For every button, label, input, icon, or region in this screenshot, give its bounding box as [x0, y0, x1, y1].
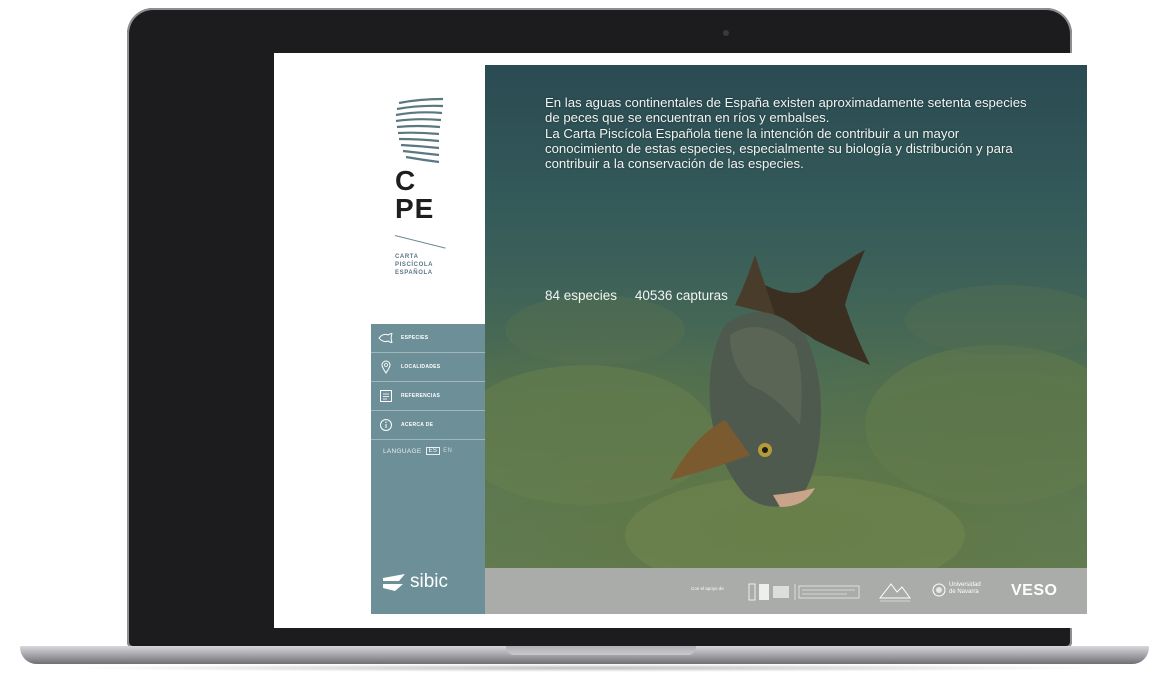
intro-text: En las aguas continentales de España exi…	[545, 95, 1035, 171]
partners-footer: Con el apoyo de Universidad de Navarra V…	[485, 568, 1087, 614]
partner-logo-mountain-icon[interactable]	[877, 578, 913, 604]
laptop-shadow	[60, 664, 1109, 672]
sibic-logo[interactable]: sibic	[381, 571, 448, 593]
logo-initials-pe: PE	[395, 193, 435, 224]
language-option-en[interactable]: EN	[443, 448, 452, 454]
nav-label-localidades: LOCALIDADES	[401, 364, 441, 370]
nav-label-acerca-de: ACERCA DE	[401, 422, 434, 428]
laptop-lid: C PE CARTA PISCÍCOLA ESPAÑOLA ESPECIES L…	[127, 8, 1169, 648]
logo-subtitle-line-1: CARTA	[395, 254, 419, 260]
logo-subtitle: CARTA PISCÍCOLA ESPAÑOLA	[395, 253, 475, 277]
universidad-de-navarra-seal-icon[interactable]	[931, 577, 947, 603]
nav-label-referencias: REFERENCIAS	[401, 393, 441, 399]
logo-area[interactable]: C PE CARTA PISCÍCOLA ESPAÑOLA	[371, 65, 485, 324]
logo-subtitle-line-3: ESPAÑOLA	[395, 270, 433, 276]
cpe-logo-mark-icon	[395, 97, 444, 164]
hero-image: En las aguas continentales de España exi…	[485, 65, 1087, 568]
camera-dot	[723, 30, 729, 36]
government-of-spain-logo[interactable]	[747, 580, 867, 604]
veso-logo[interactable]: VESO	[1011, 582, 1057, 600]
sibic-mark-icon	[383, 574, 405, 591]
nav-label-especies: ESPECIES	[401, 335, 429, 341]
laptop-screen: C PE CARTA PISCÍCOLA ESPAÑOLA ESPECIES L…	[274, 53, 1169, 628]
intro-paragraph-1: En las aguas continentales de España exi…	[545, 95, 1027, 126]
universidad-de-navarra-text[interactable]: Universidad de Navarra	[949, 582, 985, 596]
stats-row: 84 especies 40536 capturas	[545, 288, 742, 303]
info-icon	[377, 416, 395, 434]
laptop-hinge-notch	[506, 646, 696, 655]
logo-subtitle-line-2: PISCÍCOLA	[395, 262, 434, 268]
nav-item-referencias[interactable]: REFERENCIAS	[371, 382, 485, 411]
species-count: 84 especies	[545, 288, 618, 303]
fish-icon	[377, 329, 395, 347]
book-icon	[377, 387, 395, 405]
nav-item-localidades[interactable]: LOCALIDADES	[371, 353, 485, 382]
location-pin-icon	[377, 358, 395, 376]
logo-initial-c: C	[395, 165, 416, 196]
language-option-es[interactable]: ES	[425, 447, 441, 455]
carp-photo	[670, 250, 870, 507]
funded-by-label: Con el apoyo de	[691, 586, 724, 591]
intro-paragraph-2: La Carta Piscícola Española tiene la int…	[545, 125, 1013, 172]
sibic-wordmark: sibic	[410, 571, 449, 592]
language-selector: LANGUAGE ES EN	[383, 447, 452, 455]
website: C PE CARTA PISCÍCOLA ESPAÑOLA ESPECIES L…	[371, 65, 1087, 614]
sidebar: C PE CARTA PISCÍCOLA ESPAÑOLA ESPECIES L…	[371, 65, 485, 614]
captures-count: 40536 capturas	[634, 288, 728, 303]
nav-item-acerca-de[interactable]: ACERCA DE	[371, 411, 485, 440]
nav-item-especies[interactable]: ESPECIES	[371, 324, 485, 353]
logo-divider	[394, 235, 446, 249]
language-label: LANGUAGE	[383, 447, 422, 455]
